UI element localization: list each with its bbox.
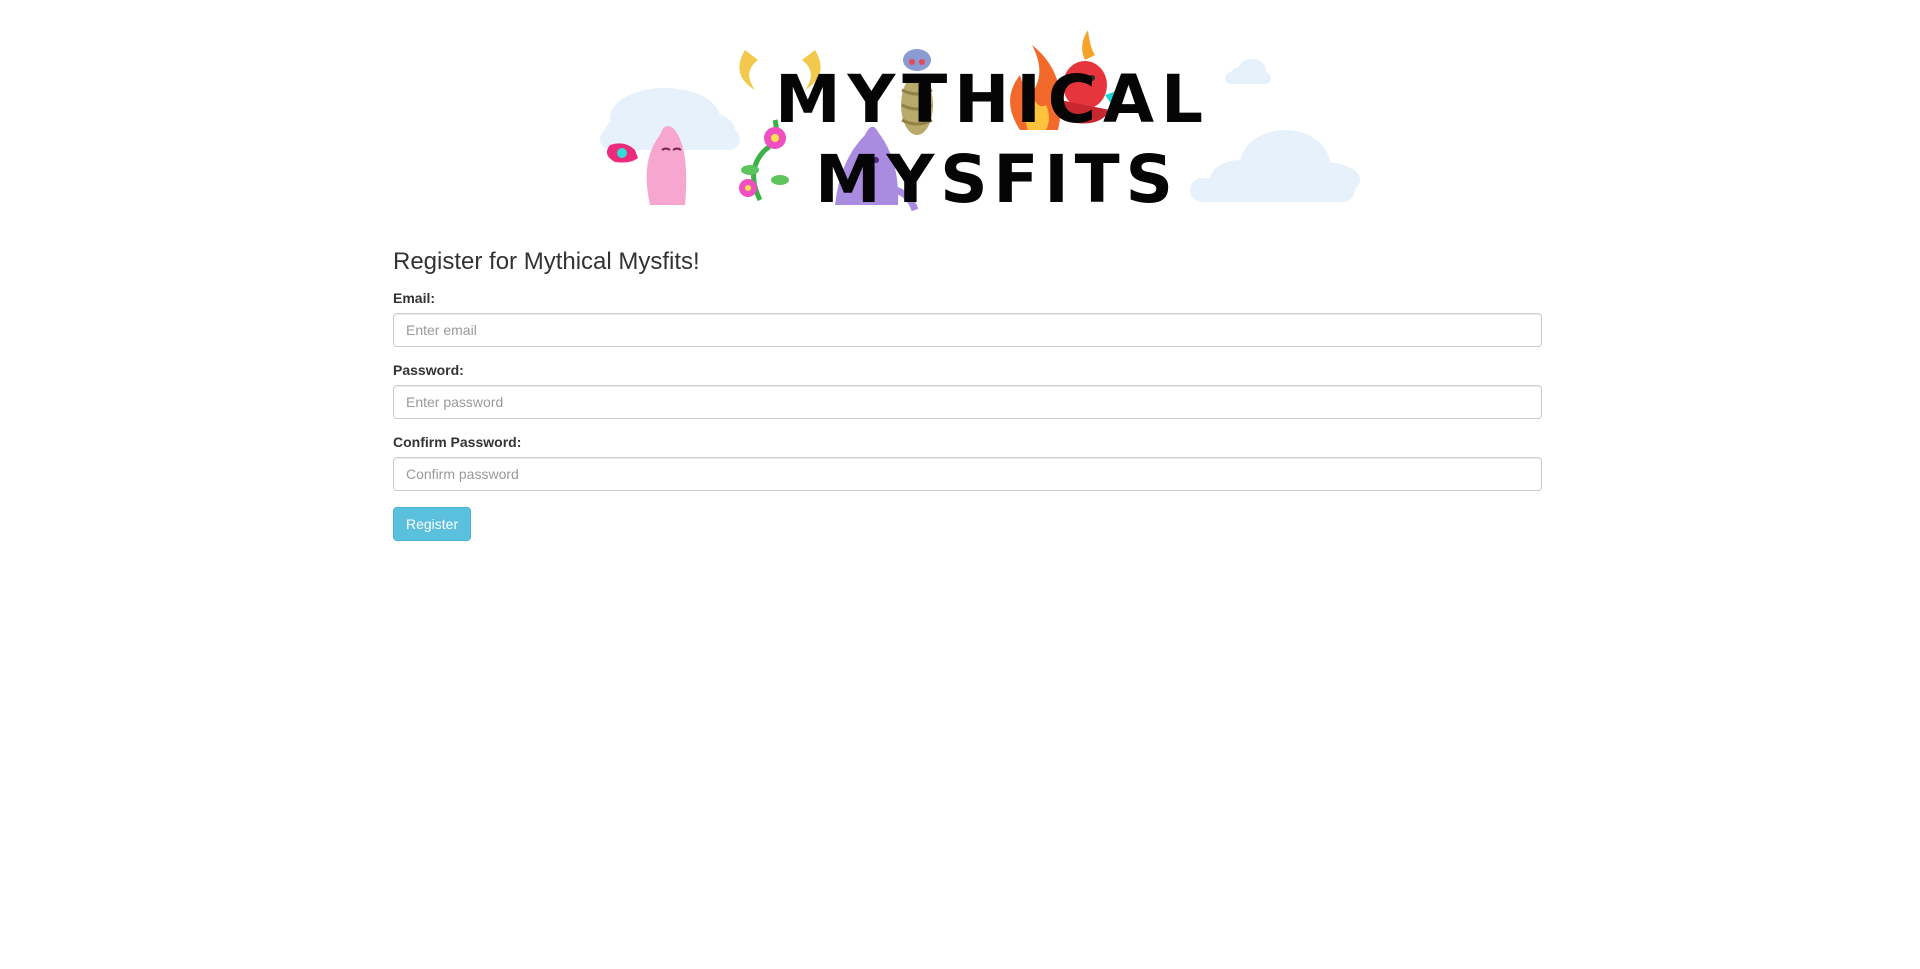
password-group: Password:: [393, 361, 1542, 419]
banner-illustration: MYTHICAL MYSFITS: [600, 30, 1360, 218]
password-label: Password:: [393, 362, 464, 378]
form-title: Register for Mythical Mysfits!: [393, 248, 700, 275]
confirm-password-group: Confirm Password:: [393, 433, 1542, 491]
logo-line-2: MYSFITS: [815, 141, 1175, 218]
confirm-password-label: Confirm Password:: [393, 434, 522, 450]
logo-line-1: MYTHICAL: [775, 61, 1205, 138]
page: MYTHICAL MYSFITS Register for Mythical M…: [0, 0, 1920, 969]
register-button[interactable]: Register: [393, 507, 472, 541]
mythical-mysfits-banner: MYTHICAL MYSFITS: [580, 20, 1370, 220]
confirm-password-input[interactable]: [393, 457, 1542, 491]
email-input[interactable]: [393, 313, 1542, 347]
password-input[interactable]: [393, 385, 1542, 419]
email-group: Email:: [393, 289, 1542, 347]
registration-form: Register for Mythical Mysfits! Email: Pa…: [393, 247, 1542, 541]
email-label: Email:: [393, 290, 436, 306]
cloud-right-icon: [1190, 130, 1360, 202]
cloud-top-right-icon: [1225, 59, 1271, 84]
